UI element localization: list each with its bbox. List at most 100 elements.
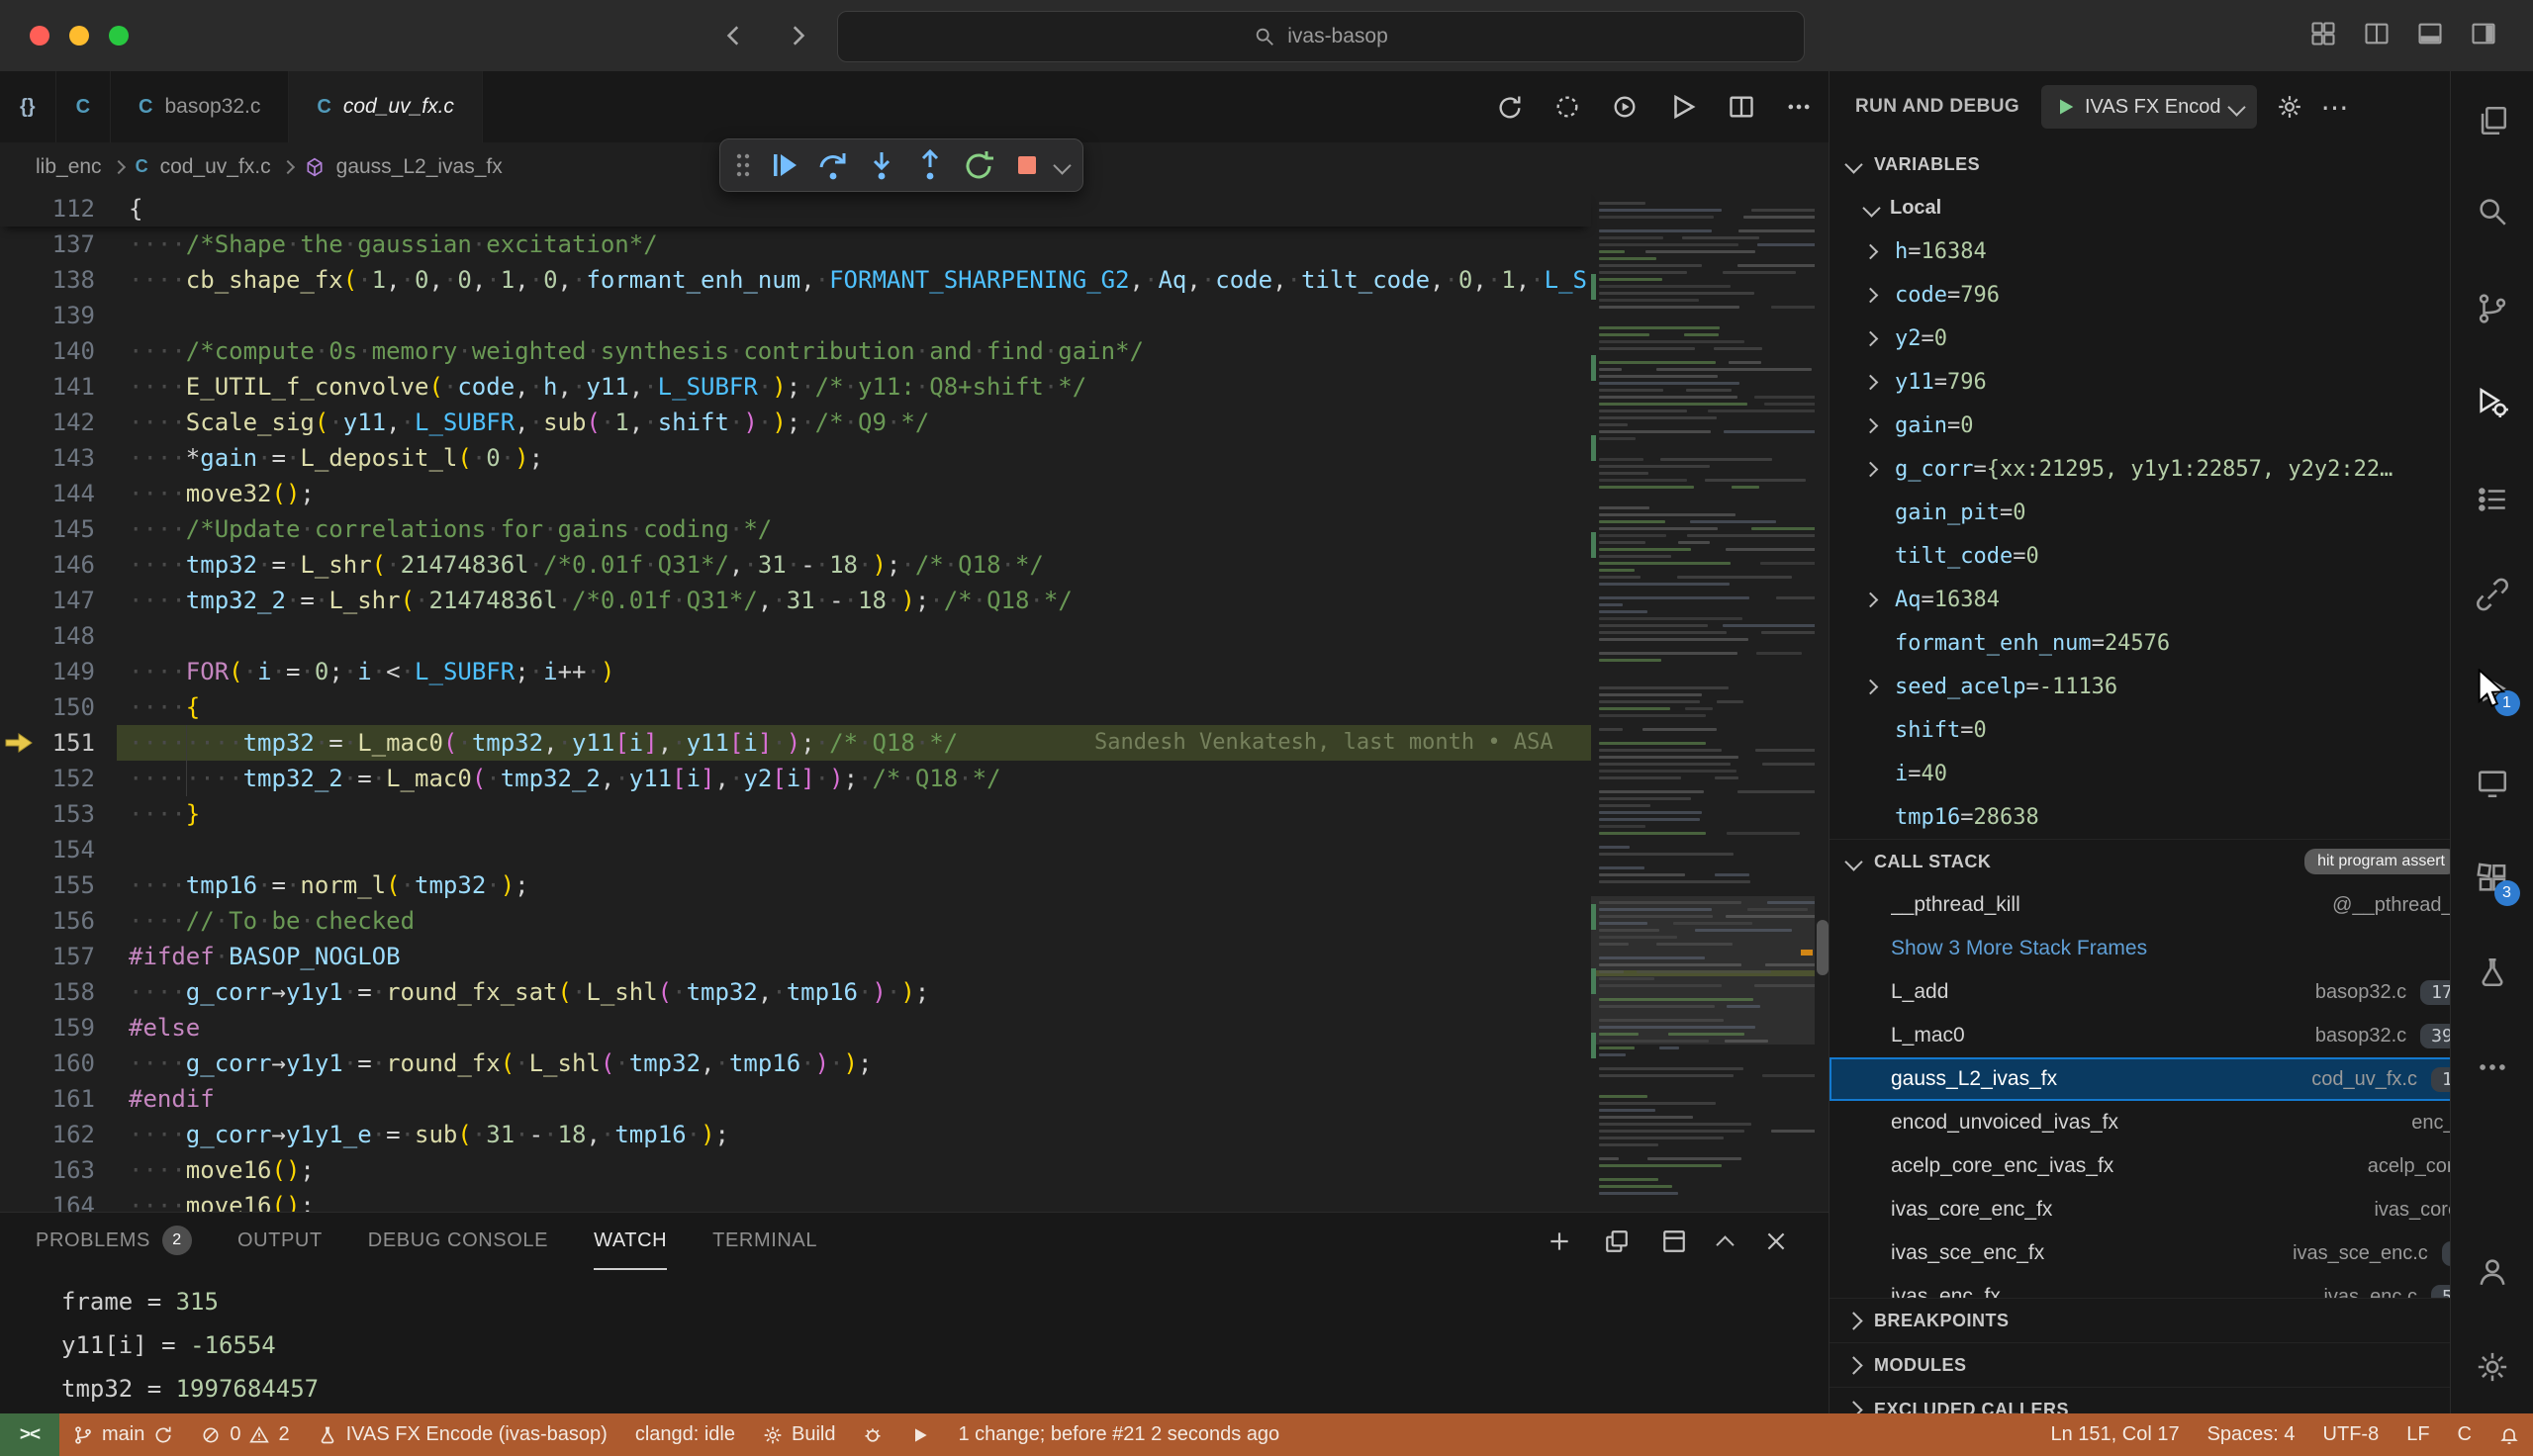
tab-c-pinned[interactable]: C — [56, 71, 111, 142]
scm-status-text[interactable]: 1 change; before #21 2 seconds ago — [944, 1413, 1293, 1456]
show-more-frames-link[interactable]: Show 3 More Stack Frames — [1829, 927, 2533, 970]
code-line[interactable]: 151········tmp32·=·L_mac0(·tmp32,·y11[i]… — [0, 725, 1591, 761]
encoding[interactable]: UTF-8 — [2309, 1413, 2393, 1456]
minimize-window-button[interactable] — [69, 26, 89, 46]
scope-row-local[interactable]: Local — [1829, 186, 2533, 229]
link-icon[interactable] — [2467, 569, 2518, 620]
variables-section-header[interactable]: VARIABLES — [1829, 142, 2533, 186]
problems-status-button[interactable]: 0 2 — [187, 1413, 303, 1456]
tab-basop32[interactable]: C basop32.c — [111, 71, 289, 142]
stack-frame-row[interactable]: encod_unvoiced_ivas_fxenc_uv_fx.c — [1829, 1101, 2533, 1144]
code-line[interactable]: 148 — [0, 618, 1591, 654]
panel-more-actions-icon[interactable]: ⋯ — [2320, 91, 2348, 124]
tab-json[interactable]: {} — [0, 71, 56, 142]
code-line[interactable]: 163····move16(); — [0, 1152, 1591, 1188]
code-line[interactable]: 139 — [0, 298, 1591, 333]
code-line[interactable]: 162····g_corr→y1y1_e·=·sub(·31·-·18,·tmp… — [0, 1117, 1591, 1152]
variable-row[interactable]: gain_pit = 0 — [1829, 491, 2533, 534]
nav-back-circle-icon[interactable] — [1496, 93, 1524, 121]
debug-stop-button[interactable] — [1007, 145, 1047, 185]
variable-row[interactable]: h = 16384 — [1829, 229, 2533, 273]
bug-status-button[interactable] — [849, 1413, 896, 1456]
code-line[interactable]: 161#endif — [0, 1081, 1591, 1117]
history-forward-button[interactable] — [780, 18, 815, 53]
notifications-bell-icon[interactable] — [2486, 1413, 2533, 1456]
code-line[interactable]: 156····//·To·be·checked — [0, 903, 1591, 939]
code-line[interactable]: 160····g_corr→y1y1·=·round_fx(·L_shl(·tm… — [0, 1046, 1591, 1081]
debug-continue-button[interactable] — [765, 145, 804, 185]
code-editor[interactable]: 112{ 137····/*Shape·the·gaussian·excitat… — [0, 191, 1829, 1212]
language-mode[interactable]: C — [2444, 1413, 2486, 1456]
watch-expression-row[interactable]: y11[i] = -16554 — [61, 1323, 1829, 1367]
variable-row[interactable]: Aq = 16384 — [1829, 578, 2533, 621]
watch-expression-row[interactable]: frame = 315 — [61, 1280, 1829, 1323]
tab-problems[interactable]: PROBLEMS 2 — [36, 1213, 192, 1270]
search-icon[interactable] — [2467, 186, 2518, 237]
code-line[interactable]: 150····{ — [0, 689, 1591, 725]
play-circle-icon[interactable] — [1611, 93, 1639, 121]
code-line[interactable]: 137····/*Shape·the·gaussian·excitation*/ — [0, 227, 1591, 262]
code-line[interactable]: 138····cb_shape_fx(·1,·0,·0,·1,·0,·forma… — [0, 262, 1591, 298]
close-window-button[interactable] — [30, 26, 49, 46]
debug-restart-button[interactable] — [959, 145, 998, 185]
breakpoints-section-header[interactable]: BREAKPOINTS — [1829, 1298, 2533, 1342]
toolbar-more-icon[interactable] — [1053, 156, 1071, 174]
variable-row[interactable]: seed_acelp = -11136 — [1829, 665, 2533, 708]
minimap[interactable] — [1591, 191, 1815, 1212]
cursor-position[interactable]: Ln 151, Col 17 — [2036, 1413, 2193, 1456]
split-editor-icon[interactable] — [1728, 93, 1755, 121]
code-line[interactable]: 154 — [0, 832, 1591, 867]
callstack-section-header[interactable]: CALL STACK hit program assert — [1829, 839, 2533, 883]
modules-section-header[interactable]: MODULES — [1829, 1342, 2533, 1387]
debug-settings-gear-icon[interactable] — [2277, 94, 2302, 120]
variable-row[interactable]: y2 = 0 — [1829, 317, 2533, 360]
branch-button[interactable]: main — [59, 1413, 187, 1456]
collapse-all-icon[interactable] — [1604, 1228, 1630, 1254]
launch-target-button[interactable]: IVAS FX Encode (ivas-basop) — [304, 1413, 621, 1456]
breadcrumb-symbol[interactable]: gauss_L2_ivas_fx — [336, 155, 503, 179]
indentation[interactable]: Spaces: 4 — [2194, 1413, 2309, 1456]
launch-config-dropdown[interactable]: IVAS FX Encod — [2041, 85, 2257, 129]
code-line[interactable]: 159#else — [0, 1010, 1591, 1046]
breadcrumb-folder[interactable]: lib_enc — [36, 155, 102, 179]
code-line[interactable]: 153····} — [0, 796, 1591, 832]
variable-row[interactable]: tilt_code = 0 — [1829, 534, 2533, 578]
zoom-window-button[interactable] — [109, 26, 129, 46]
tab-debug-console[interactable]: DEBUG CONSOLE — [368, 1213, 548, 1270]
outline-list-icon[interactable] — [2467, 474, 2518, 525]
stack-frame-row[interactable]: ivas_enc_fxivas_enc.c510:13 — [1829, 1275, 2533, 1298]
code-line[interactable]: 144····move32(); — [0, 476, 1591, 511]
build-button[interactable]: Build — [749, 1413, 849, 1456]
variable-row[interactable]: shift = 0 — [1829, 708, 2533, 752]
code-line[interactable]: 152········tmp32_2·=·L_mac0(·tmp32_2,·y1… — [0, 761, 1591, 796]
add-expression-icon[interactable] — [1547, 1228, 1572, 1254]
code-line[interactable]: 112{ — [0, 191, 1591, 227]
close-panel-icon[interactable] — [1763, 1228, 1789, 1254]
stack-frame-row[interactable]: L_mac0basop32.c3994:17 — [1829, 1014, 2533, 1057]
code-line[interactable]: 146····tmp32·=·L_shr(·21474836l·/*0.01f·… — [0, 547, 1591, 583]
command-center-search[interactable]: ivas-basop — [837, 11, 1805, 62]
layout-grid-icon[interactable] — [2309, 20, 2337, 47]
debug-step-over-button[interactable] — [813, 145, 853, 185]
extensions-icon[interactable]: 3 — [2467, 853, 2518, 904]
dashed-circle-icon[interactable] — [1553, 93, 1581, 121]
watch-expression-row[interactable]: tmp32 = 1997684457 — [61, 1367, 1829, 1410]
source-control-icon[interactable] — [2467, 283, 2518, 334]
toolbar-drag-handle[interactable] — [730, 145, 756, 185]
variable-row[interactable]: formant_enh_num = 24576 — [1829, 621, 2533, 665]
debug-step-into-button[interactable] — [862, 145, 901, 185]
clangd-status[interactable]: clangd: idle — [621, 1413, 749, 1456]
code-line[interactable]: 142····Scale_sig(·y11,·L_SUBFR,·sub(·1,·… — [0, 405, 1591, 440]
stack-frame-row[interactable]: L_addbasop32.c1784:13 — [1829, 970, 2533, 1014]
maximize-panel-icon[interactable] — [1716, 1235, 1734, 1253]
breadcrumb-file[interactable]: cod_uv_fx.c — [160, 155, 271, 179]
tab-watch[interactable]: WATCH — [594, 1213, 667, 1270]
variable-row[interactable]: tmp16 = 28638 — [1829, 795, 2533, 839]
code-line[interactable]: 157#ifdef·BASOP_NOGLOB — [0, 939, 1591, 974]
more-views-icon[interactable] — [2467, 1042, 2518, 1093]
settings-gear-icon[interactable] — [2467, 1341, 2518, 1393]
remote-targets-icon[interactable] — [2467, 758, 2518, 809]
stack-frame-row[interactable]: acelp_core_enc_ivas_fxacelp_core_en… — [1829, 1144, 2533, 1188]
code-line[interactable]: 147····tmp32_2·=·L_shr(·21474836l·/*0.01… — [0, 583, 1591, 618]
code-line[interactable]: 149····FOR(·i·=·0;·i·<·L_SUBFR;·i++·) — [0, 654, 1591, 689]
